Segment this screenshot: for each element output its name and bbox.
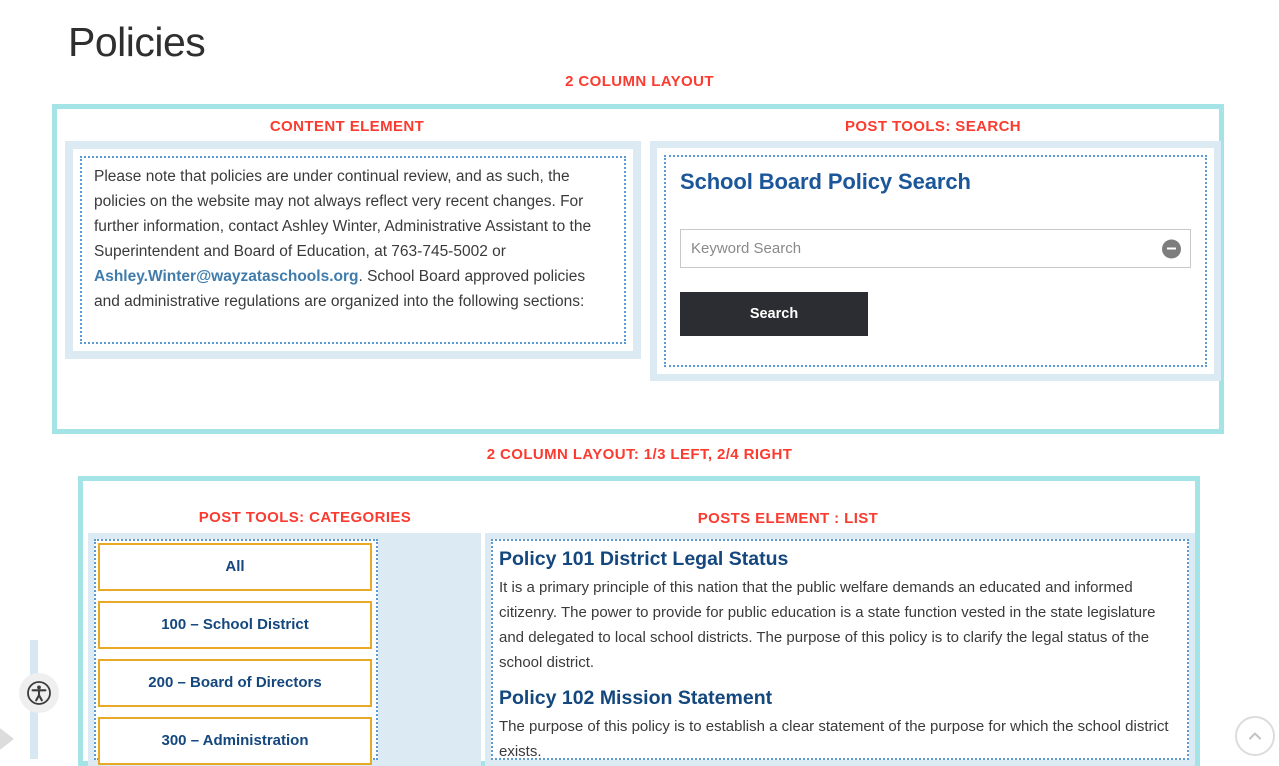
page-title: Policies	[68, 19, 206, 65]
post-excerpt: The purpose of this policy is to establi…	[499, 718, 1169, 760]
content-element: Please note that policies are under cont…	[80, 156, 626, 344]
content-column-wrapper: Please note that policies are under cont…	[65, 141, 641, 359]
accessibility-icon[interactable]	[19, 673, 59, 713]
contact-email-link[interactable]: Ashley.Winter@wayzataschools.org	[94, 268, 358, 285]
policy-intro-paragraph: Please note that policies are under cont…	[94, 164, 610, 314]
post-title-link[interactable]: Policy 102 Mission Statement	[499, 687, 1177, 710]
post-title-link[interactable]: Policy 101 District Legal Status	[499, 548, 1177, 571]
builder-label-post-tools-search: POST TOOLS: SEARCH	[844, 118, 1022, 135]
post-list-item: Policy 101 District Legal Status It is a…	[499, 548, 1177, 675]
builder-label-posts-element-list: POSTS ELEMENT : LIST	[697, 510, 879, 527]
post-excerpt: It is a primary principle of this nation…	[499, 579, 1156, 671]
section-two-column-layout: CONTENT ELEMENT POST TOOLS: SEARCH Pleas…	[52, 104, 1224, 434]
builder-label-2-column-layout: 2 COLUMN LAYOUT	[565, 73, 714, 90]
categories-column-wrapper: All 100 – School District 200 – Board of…	[88, 533, 481, 766]
chevron-up-icon[interactable]	[1235, 716, 1275, 756]
category-item-100-school-district[interactable]: 100 – School District	[98, 601, 372, 649]
chevron-right-icon[interactable]	[0, 722, 14, 756]
keyword-search-input[interactable]	[680, 229, 1191, 268]
search-button[interactable]: Search	[680, 292, 868, 336]
search-widget-title: School Board Policy Search	[680, 169, 971, 194]
section-categories-and-posts: POST TOOLS: CATEGORIES POSTS ELEMENT : L…	[78, 476, 1200, 766]
minus-circle-icon[interactable]	[1162, 239, 1181, 258]
intro-text-before-link: Please note that policies are under cont…	[94, 168, 592, 260]
builder-label-post-tools-categories: POST TOOLS: CATEGORIES	[198, 509, 412, 526]
keyword-search-row	[680, 229, 1191, 268]
search-column-wrapper: School Board Policy Search Search	[650, 141, 1221, 381]
builder-label-2-column-layout-thirds: 2 COLUMN LAYOUT: 1/3 LEFT, 2/4 RIGHT	[486, 446, 793, 463]
posts-column-wrapper: Policy 101 District Legal Status It is a…	[485, 533, 1195, 766]
post-tools-categories-element: All 100 – School District 200 – Board of…	[94, 539, 378, 765]
category-item-all[interactable]: All	[98, 543, 372, 591]
category-item-200-board-of-directors[interactable]: 200 – Board of Directors	[98, 659, 372, 707]
content-column-pane: Please note that policies are under cont…	[73, 149, 633, 351]
builder-label-content-element: CONTENT ELEMENT	[269, 118, 425, 135]
posts-element-list: Policy 101 District Legal Status It is a…	[491, 539, 1189, 760]
category-item-300-administration[interactable]: 300 – Administration	[98, 717, 372, 765]
search-column-pane: School Board Policy Search Search	[657, 148, 1214, 374]
post-list-item: Policy 102 Mission Statement The purpose…	[499, 687, 1177, 760]
post-tools-search-element: School Board Policy Search Search	[664, 155, 1207, 367]
